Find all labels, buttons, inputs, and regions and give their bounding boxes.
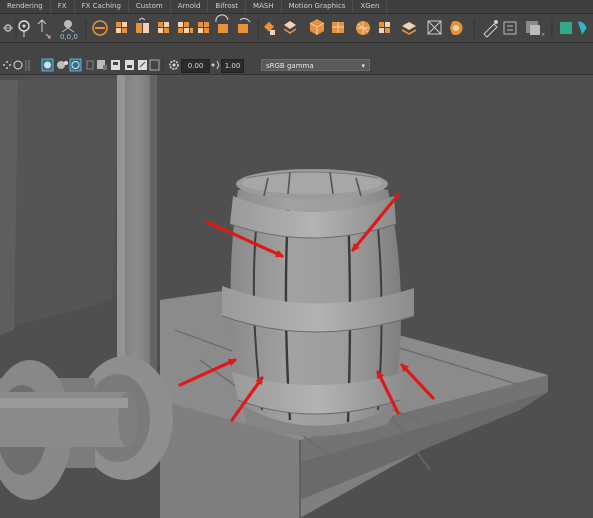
shaded-icon[interactable]: [57, 61, 68, 69]
bracket-icon[interactable]: [503, 21, 517, 35]
wrap-icon[interactable]: [238, 17, 251, 33]
exposure-icon[interactable]: [169, 60, 179, 70]
grid-icon[interactable]: [3, 61, 11, 69]
shelf-tab[interactable]: Arnold: [171, 0, 209, 13]
isolate-icon[interactable]: [25, 60, 30, 71]
shelf-tab[interactable]: XGen: [353, 0, 388, 13]
mesh-icon[interactable]: [427, 20, 442, 35]
exposure-field[interactable]: 0.00: [181, 59, 210, 73]
polygon-sphere-icon[interactable]: [61, 20, 75, 33]
shelf-toolbar: × 0,0,0 ×: [0, 14, 593, 43]
uv-icon[interactable]: [136, 17, 149, 33]
locator-icon[interactable]: ×: [37, 19, 52, 41]
group-icon[interactable]: [116, 22, 127, 33]
twist-icon[interactable]: [178, 22, 193, 33]
polygon-cube-icon[interactable]: [92, 20, 108, 36]
color-space-dropdown[interactable]: sRGB gamma ▾: [261, 59, 370, 71]
ik-icon[interactable]: [560, 21, 587, 35]
shelf-tab[interactable]: MASH: [246, 0, 282, 13]
chevron-down-icon: ▾: [361, 62, 365, 70]
texture-icon[interactable]: [69, 58, 82, 72]
bevel-icon[interactable]: [283, 21, 297, 34]
bend-icon[interactable]: [158, 22, 169, 33]
shelf-tab[interactable]: Motion Graphics: [282, 0, 354, 13]
cube-icon[interactable]: [309, 19, 325, 35]
viewport-toolbar: 0.00 1.00 sRGB gamma ▾: [0, 57, 593, 75]
svg-text:×: ×: [541, 32, 545, 38]
soft-mod-icon[interactable]: [401, 22, 417, 35]
ao-icon[interactable]: [138, 60, 147, 70]
layout-gap: [0, 43, 593, 57]
ao-icon[interactable]: [125, 60, 134, 70]
svg-text:×: ×: [47, 34, 52, 41]
mesh-icon[interactable]: [450, 21, 463, 35]
viewport-scene[interactable]: [0, 75, 593, 518]
shelf-tab[interactable]: Custom: [129, 0, 171, 13]
cluster-icon[interactable]: [18, 20, 30, 37]
maya-window: Rendering FX FX Caching Custom Arnold Bi…: [0, 0, 593, 518]
color-space-label: sRGB gamma: [266, 62, 314, 70]
curve-cv-icon[interactable]: [3, 24, 13, 32]
3d-viewport[interactable]: [0, 75, 593, 518]
rotate-icon[interactable]: [215, 14, 229, 33]
gamma-icon[interactable]: [211, 60, 220, 70]
shelf-tab[interactable]: FX: [51, 0, 75, 13]
shelf-tab[interactable]: FX Caching: [75, 0, 129, 13]
gamma-field[interactable]: 1.00: [221, 59, 244, 73]
shelf-readout: 0,0,0: [60, 33, 78, 41]
lattice-icon[interactable]: [198, 22, 209, 33]
exposure-icon[interactable]: [149, 59, 160, 71]
wireframe-icon[interactable]: [41, 58, 54, 72]
shelf-tab[interactable]: Rendering: [0, 0, 51, 13]
nurbs-icon[interactable]: [264, 21, 275, 35]
pencil-icon[interactable]: [483, 20, 498, 38]
wall-mesh: [0, 78, 120, 335]
square-icon[interactable]: ×: [526, 21, 545, 38]
light-icon[interactable]: [86, 60, 94, 70]
shadow-icon[interactable]: [97, 60, 107, 70]
shelf-tab-bar: Rendering FX FX Caching Custom Arnold Bi…: [0, 0, 593, 14]
shelf-icons: × 0,0,0 ×: [3, 14, 587, 41]
plane-icon[interactable]: [379, 22, 390, 33]
sculpt-icon[interactable]: [356, 21, 370, 35]
shelf-tab[interactable]: Bifrost: [208, 0, 247, 13]
xray-icon[interactable]: [111, 60, 120, 70]
camera-icon[interactable]: [13, 60, 23, 70]
sphere-icon[interactable]: [332, 22, 344, 33]
